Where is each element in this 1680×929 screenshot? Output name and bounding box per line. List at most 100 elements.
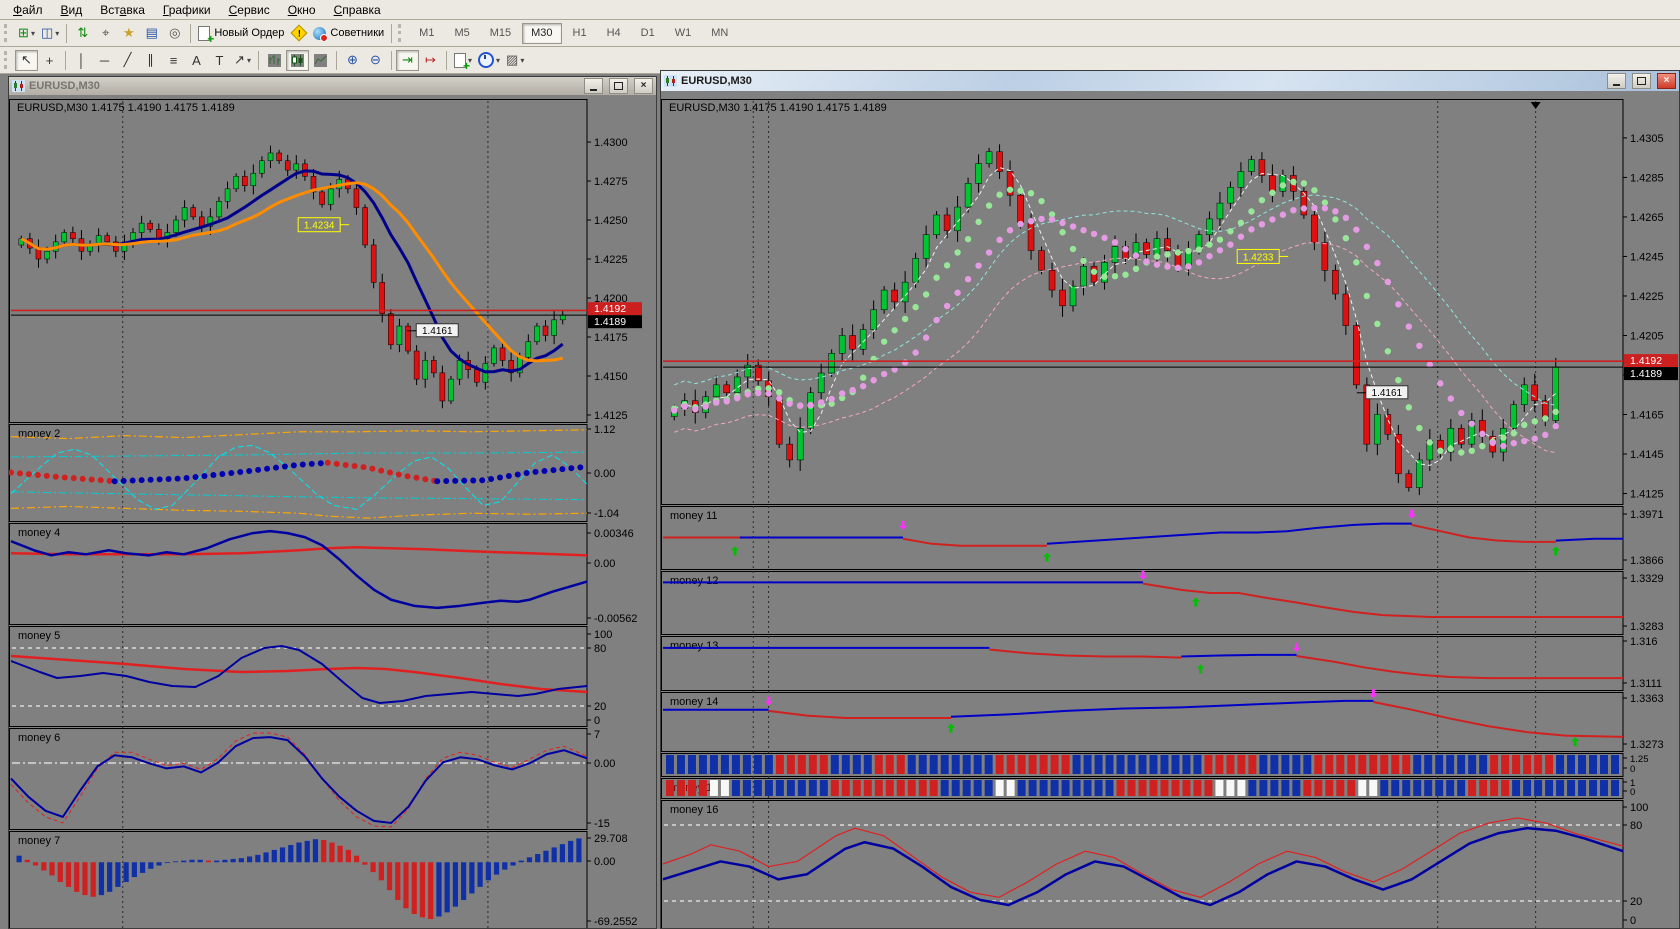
zoom-in-button[interactable]: ⊕ — [341, 50, 364, 71]
text-tool-button[interactable]: A — [185, 50, 208, 71]
indicators-button[interactable]: +▾ — [451, 50, 475, 71]
svg-text:0.00: 0.00 — [594, 558, 615, 570]
svg-text:-15: -15 — [594, 818, 610, 830]
terminal-icon: ▤ — [146, 25, 158, 41]
line-chart-button[interactable] — [309, 50, 332, 71]
ohlc-readout: EURUSD,M30 1.4175 1.4190 1.4175 1.4189 — [17, 102, 235, 114]
menu-item-help[interactable]: Справка — [325, 2, 390, 18]
timeframe-mn[interactable]: MN — [702, 23, 737, 44]
svg-text:29.708: 29.708 — [594, 833, 628, 845]
panel-money5[interactable] — [10, 627, 588, 727]
fibonacci-button[interactable]: ≡ — [162, 50, 185, 71]
horizontal-line-icon: ─ — [100, 53, 109, 68]
svg-text:1.4125: 1.4125 — [594, 410, 628, 422]
indicator-label-money12: money 12 — [670, 575, 718, 587]
svg-text:1.4305: 1.4305 — [1630, 133, 1664, 145]
panel-money6[interactable] — [10, 729, 588, 830]
label-tool-button[interactable]: T — [208, 50, 231, 71]
close-button[interactable]: × — [1657, 73, 1676, 89]
templates-button[interactable]: ▨▾ — [503, 50, 527, 71]
new-order-button[interactable]: +Новый Ордер — [195, 23, 287, 44]
minimize-button[interactable] — [1607, 73, 1626, 89]
horizontal-line-button[interactable]: ─ — [93, 50, 116, 71]
bar-chart-button[interactable] — [263, 50, 286, 71]
timeframe-m5[interactable]: M5 — [445, 23, 478, 44]
menu-item-file[interactable]: Файл — [4, 2, 52, 18]
menu-item-window[interactable]: Окно — [279, 2, 325, 18]
fibonacci-icon: ≡ — [170, 53, 178, 68]
panel-money13[interactable] — [662, 637, 1624, 691]
timeframe-d1[interactable]: D1 — [632, 23, 664, 44]
window-titlebar[interactable]: EURUSD,M30 × — [661, 71, 1679, 91]
channel-button[interactable]: ∥ — [139, 50, 162, 71]
cursor-tool-button[interactable]: ↖ — [15, 50, 38, 71]
navigator-button[interactable]: ★ — [117, 23, 140, 44]
svg-text:0: 0 — [1630, 787, 1635, 798]
right-chart-canvas[interactable]: 1.43051.42851.42651.42451.42251.42051.41… — [661, 91, 1679, 928]
strategy-tester-button[interactable]: ◎ — [163, 23, 186, 44]
panel-money12[interactable] — [662, 572, 1624, 635]
new-chart-button[interactable]: ⊞▾ — [15, 23, 38, 44]
candlestick-chart-button[interactable] — [286, 50, 309, 71]
periods-button[interactable]: ▾ — [475, 50, 503, 71]
profiles-button[interactable]: ◫▾ — [38, 23, 62, 44]
market-watch-button[interactable]: ⇅ — [71, 23, 94, 44]
advisors-icon — [313, 27, 326, 40]
window-title: EURUSD,M30 — [681, 75, 1601, 87]
panel-main[interactable] — [10, 100, 588, 423]
svg-text:1.4225: 1.4225 — [594, 254, 628, 266]
svg-text:7: 7 — [594, 729, 600, 741]
toolbar-grip[interactable] — [4, 51, 11, 69]
advisors-button[interactable]: Советники — [310, 23, 387, 44]
menu-item-charts[interactable]: Графики — [154, 2, 220, 18]
svg-text:1.4189: 1.4189 — [1630, 368, 1662, 380]
terminal-button[interactable]: ▤ — [140, 23, 163, 44]
left-chart-canvas[interactable]: 1.43001.42751.42501.42251.42001.41751.41… — [9, 95, 656, 928]
svg-text:1.3363: 1.3363 — [1630, 693, 1664, 705]
toolbar-separator — [336, 51, 337, 70]
data-window-button[interactable]: ⌖ — [94, 23, 117, 44]
timeframe-h1[interactable]: H1 — [564, 23, 596, 44]
timeframe-m30[interactable]: M30 — [522, 23, 561, 44]
expert-enable-button[interactable]: ! — [287, 23, 310, 44]
close-button[interactable]: × — [634, 78, 653, 94]
zoom-out-button[interactable]: ⊖ — [364, 50, 387, 71]
panel-money14[interactable] — [662, 693, 1624, 752]
periods-clock-icon — [478, 52, 494, 68]
maximize-button[interactable] — [1632, 73, 1651, 89]
auto-scroll-button[interactable]: ⇥ — [396, 50, 419, 71]
toolbar-grip[interactable] — [398, 24, 405, 42]
svg-text:1.4125: 1.4125 — [1630, 489, 1664, 501]
crosshair-tool-button[interactable]: + — [38, 50, 61, 71]
indicators-icon: + — [454, 53, 466, 68]
panel-main[interactable] — [662, 100, 1624, 505]
timeframe-w1[interactable]: W1 — [666, 23, 701, 44]
panel-money16[interactable] — [662, 801, 1624, 929]
indicator-label-money6: money 6 — [18, 732, 60, 744]
new-order-label: Новый Ордер — [214, 27, 284, 39]
panel-money4[interactable] — [10, 524, 588, 625]
arrows-tool-button[interactable]: ↗▾ — [231, 50, 254, 71]
timeframe-h4[interactable]: H4 — [598, 23, 630, 44]
vertical-line-icon: │ — [77, 53, 85, 68]
timeframe-m15[interactable]: M15 — [481, 23, 520, 44]
menu-item-service[interactable]: Сервис — [220, 2, 279, 18]
svg-text:100: 100 — [594, 629, 612, 641]
svg-text:100: 100 — [1630, 802, 1648, 814]
menu-item-view[interactable]: Вид — [52, 2, 92, 18]
svg-text:-1.04: -1.04 — [594, 508, 619, 520]
svg-text:0.00: 0.00 — [594, 758, 615, 770]
timeframe-m1[interactable]: M1 — [410, 23, 443, 44]
trendline-button[interactable]: ╱ — [116, 50, 139, 71]
minimize-button[interactable] — [584, 78, 603, 94]
window-titlebar[interactable]: EURUSD,M30 × — [9, 77, 656, 95]
toolbar-separator — [190, 24, 191, 43]
chart-shift-button[interactable]: ↦ — [419, 50, 442, 71]
indicator-label-money7: money 7 — [18, 835, 60, 847]
menu-item-insert[interactable]: Вставка — [91, 2, 154, 18]
restore-button[interactable] — [609, 78, 628, 94]
vertical-line-button[interactable]: │ — [70, 50, 93, 71]
toolbar-grip[interactable] — [4, 24, 11, 42]
svg-text:1.4234: 1.4234 — [304, 221, 335, 232]
indicator-label-money13: money 13 — [670, 640, 718, 652]
